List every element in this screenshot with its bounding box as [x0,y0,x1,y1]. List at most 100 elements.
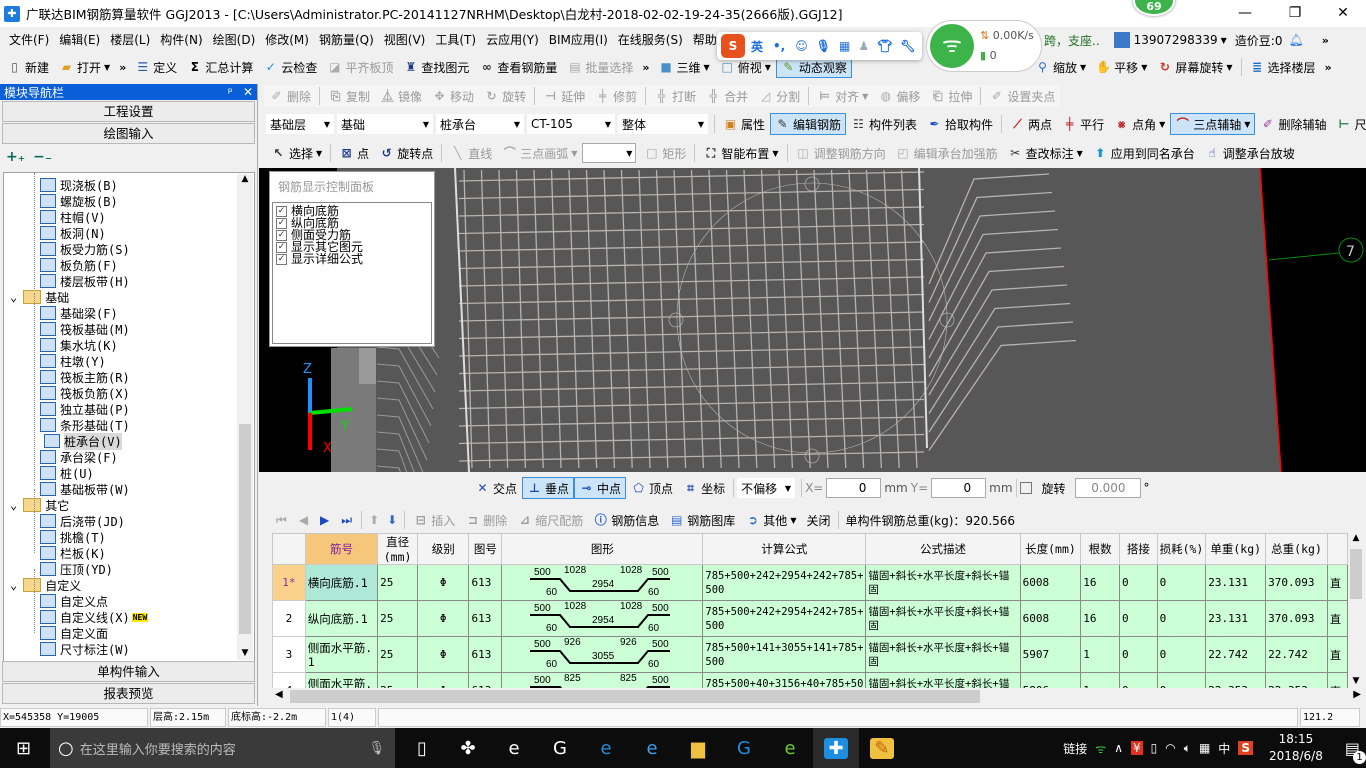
emoji-icon[interactable]: ☺ [795,39,808,53]
taskbar-search[interactable]: ○ 在这里输入你要搜索的内容 🎙︎ [50,728,395,768]
ggj-app-icon[interactable]: ✚ [813,728,859,768]
ime-lang[interactable]: 中 [1218,740,1230,757]
cell-fig[interactable]: 613 [468,672,503,688]
tree-item[interactable]: 后浇带(JD) [40,513,125,529]
cell-unit_w[interactable]: 23.131 [1205,600,1267,637]
move-down-icon[interactable]: ⬇ [387,513,397,527]
menu-more[interactable]: » [1318,34,1333,47]
column-header[interactable]: 图形 [501,533,704,565]
table-row[interactable]: 1* 横向底筋.1 25 Φ 613 500 1028 1028 500 60 2954 60 785+… [272,564,1348,601]
tree-item[interactable]: 压顶(YD) [40,561,113,577]
btn-delete-axis[interactable]: ✐ 删除辅轴 [1255,113,1331,135]
checkbox[interactable]: ✓ [276,205,287,217]
notification-icon[interactable]: ▤ 1 [1345,739,1366,764]
chevron-up-icon[interactable]: ∧ [1114,741,1123,755]
tree-item[interactable]: 基础板带(W) [40,481,130,497]
cell-extra[interactable]: 直 [1326,672,1348,688]
btn-merge[interactable]: ╬ 合并 [701,85,753,107]
column-header[interactable]: 长度(mm) [1019,533,1082,565]
snap-vertex[interactable]: ⬠ 顶点 [626,477,678,499]
table-row[interactable]: 4侧面水平筋.225Φ61350082582550060315660785+50… [272,672,1348,688]
chevron-down-icon[interactable]: ▼ [704,63,710,72]
btn-binoculars[interactable]: ♜ 查找图元 [398,56,474,78]
table-hscroll[interactable]: ◀ ▶ [272,688,1364,705]
column-header[interactable]: 公式描述 [865,533,1021,565]
btn-layers[interactable]: ≣ 选择楼层 [1245,56,1321,78]
cell-loss[interactable]: 0 [1156,600,1207,637]
cell-len[interactable]: 5806 [1019,672,1082,688]
checkbox[interactable]: ✓ [276,229,287,241]
user-account[interactable]: 13907298339 [1134,33,1218,47]
cell-count[interactable]: 1 [1080,636,1120,673]
tree-item[interactable]: 螺旋板(B) [40,193,118,209]
tree-item-folder[interactable]: ⌄ 基础 [10,289,69,305]
scroll-left-icon[interactable]: ◀ [275,689,283,700]
tree-item[interactable]: 尺寸标注(W) [40,641,130,657]
cell-len[interactable]: 6008 [1019,600,1082,637]
network-icon[interactable]: ◠ [1165,741,1175,755]
cost-beans[interactable]: 造价豆:0 [1235,32,1283,49]
cell-grade[interactable]: Φ [416,636,470,673]
maximize-button[interactable]: ❐ [1272,0,1318,27]
table-row[interactable]: 2 纵向底筋.1 25 Φ 613 500 1028 1028 500 60 2954 60 785+5… [272,600,1348,637]
btn-slope[interactable]: ☝ 调整承台放坡 [1200,142,1300,164]
draw-mode-select[interactable]: ▼ [582,143,637,163]
task-view-icon[interactable]: ▯ [399,728,445,768]
table-vscroll[interactable]: ▲ ▼ [1348,533,1364,688]
menu-6[interactable]: 钢筋量(Q) [314,31,379,48]
cell-lap[interactable]: 0 [1119,564,1158,601]
cell-unit_w[interactable]: 22.353 [1205,672,1267,688]
toolbar-overflow[interactable]: » [1321,61,1336,74]
toolbar-overflow[interactable]: » [638,61,653,74]
btn-rectangle[interactable]: □ 矩形 [639,142,691,164]
chevron-down-icon[interactable]: ▼ [765,63,771,72]
checkbox[interactable]: ✓ [276,253,287,265]
cell-grade[interactable]: Φ [416,564,470,601]
cell-count[interactable]: 16 [1080,600,1120,637]
btn-apply-same[interactable]: ⬆ 应用到同名承台 [1088,142,1200,164]
cell-lap[interactable]: 0 [1119,636,1158,673]
last-record-icon[interactable]: ⏭ [341,513,352,528]
btn-point[interactable]: ⊠ 点 [334,142,374,164]
expand-all-icon[interactable]: +₊ [6,149,25,165]
cell-grade[interactable]: Φ [416,600,470,637]
table-vscroll-thumb[interactable] [1350,549,1362,599]
tray-link[interactable]: 链接 [1063,740,1087,757]
cell-total_w[interactable]: 22.742 [1265,636,1328,673]
btn-pick[interactable]: ✒ 拾取构件 [922,113,998,135]
minimize-button[interactable]: — [1222,0,1268,27]
sogou-tray-icon[interactable]: S [1238,741,1253,755]
cell-no[interactable]: 1* [272,564,306,601]
cell-loss[interactable]: 0 [1156,636,1207,673]
chevron-down-icon[interactable]: ▼ [862,92,868,101]
soft-keyboard-icon[interactable]: ▦ [839,39,850,53]
tree-item-folder[interactable]: ⌄ 自定义 [10,577,81,593]
cell-fig[interactable]: 613 [468,636,503,673]
tree-item[interactable]: 挑檐(T) [40,529,106,545]
btn-batch-select[interactable]: ▤ 批量选择 [562,56,638,78]
btn-screen-rotate[interactable]: ↻ 屏幕旋转 ▼ [1152,56,1237,78]
cell-name[interactable]: 横向底筋.1 [304,564,379,601]
tree-item[interactable]: 桩(U) [40,465,94,481]
windows-start-icon[interactable]: ⊞ [16,738,31,759]
menu-4[interactable]: 绘图(D) [208,31,261,48]
selector-0[interactable]: 基础层 ▼ [266,114,334,134]
y-offset-input[interactable]: 0 [931,478,987,498]
swirl-app-icon[interactable]: G [537,728,583,768]
selector-2[interactable]: 桩承台 ▼ [436,114,524,134]
cell-desc[interactable]: 锚固+斜长+水平长度+斜长+锚固 [865,600,1021,637]
tree-item[interactable]: 集水坑(K) [40,337,118,353]
btn-delete[interactable]: ✐ 删除 [264,85,316,107]
cell-name[interactable]: 纵向底筋.1 [304,600,379,637]
column-header[interactable]: 计算公式 [702,533,867,565]
btn-offset[interactable]: ◍ 偏移 [873,85,925,107]
tree-item[interactable]: 筏板主筋(R) [40,369,130,385]
btn-glasses[interactable]: ∞ 查看钢筋量 [474,56,562,78]
btn-two-point-axis[interactable]: ⟋ 两点 [1005,113,1057,135]
tree-item[interactable]: 板负筋(F) [40,257,118,273]
cell-count[interactable]: 1 [1080,672,1120,688]
btn-align[interactable]: ⊨ 对齐 ▼ [812,85,873,107]
cell-unit_w[interactable]: 23.131 [1205,564,1267,601]
scroll-down-icon[interactable]: ▼ [237,648,253,658]
scroll-up-icon[interactable]: ▲ [1348,533,1364,543]
